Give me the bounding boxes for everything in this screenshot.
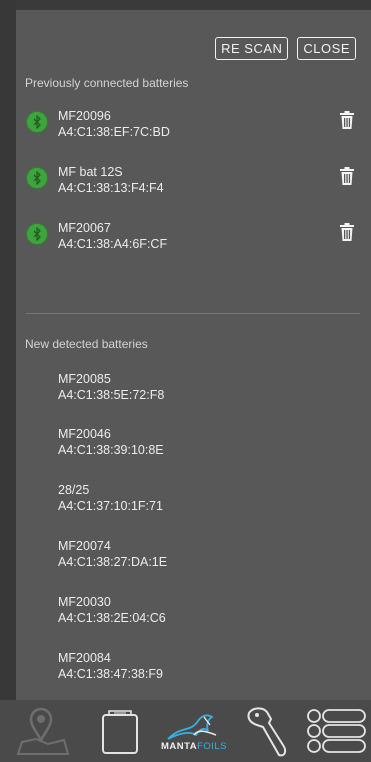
mantafoils-wordmark: MANTAFOILS bbox=[161, 741, 227, 752]
battery-mac: A4:C1:38:13:F4:F4 bbox=[58, 181, 164, 195]
wordmark-part2: FOILS bbox=[197, 740, 228, 752]
battery-name: 28/25 bbox=[58, 483, 90, 497]
battery-mac: A4:C1:37:10:1F:71 bbox=[58, 499, 163, 513]
map-pin-icon bbox=[16, 707, 70, 755]
menu-list-icon bbox=[307, 709, 366, 753]
battery-mac: A4:C1:38:2E:04:C6 bbox=[58, 611, 166, 625]
battery-icon bbox=[102, 710, 138, 754]
delete-icon[interactable] bbox=[339, 166, 355, 186]
map-nav-button[interactable] bbox=[12, 700, 72, 762]
rescan-button[interactable]: RE SCAN bbox=[215, 37, 289, 60]
bluetooth-icon bbox=[26, 111, 48, 133]
battery-name: MF20084 bbox=[58, 651, 111, 665]
connected-battery-item[interactable]: MF bat 12S A4:C1:38:13:F4:F4 bbox=[16, 164, 371, 204]
hydrofoil-icon bbox=[247, 707, 287, 757]
detected-battery-item[interactable]: 28/25 A4:C1:37:10:1F:71 bbox=[58, 482, 163, 514]
section-divider bbox=[26, 313, 360, 314]
previous-batteries-heading: Previously connected batteries bbox=[25, 76, 189, 90]
battery-name: MF20067 bbox=[58, 221, 111, 235]
bluetooth-icon bbox=[26, 223, 48, 245]
battery-name: MF20046 bbox=[58, 427, 111, 441]
close-button[interactable]: CLOSE bbox=[297, 37, 356, 60]
new-batteries-heading: New detected batteries bbox=[25, 337, 148, 351]
battery-mac: A4:C1:38:A4:6F:CF bbox=[58, 237, 168, 251]
battery-name: MF20074 bbox=[58, 539, 111, 553]
battery-name: MF20096 bbox=[58, 109, 111, 123]
battery-mac: A4:C1:38:39:10:8E bbox=[58, 443, 164, 457]
battery-mac: A4:C1:38:EF:7C:BD bbox=[58, 125, 170, 139]
wordmark-part1: MANTA bbox=[160, 740, 198, 752]
detected-battery-item[interactable]: MF20074 A4:C1:38:27:DA:1E bbox=[58, 538, 167, 570]
connected-battery-item[interactable]: MF20096 A4:C1:38:EF:7C:BD bbox=[16, 108, 371, 148]
battery-mac: A4:C1:38:27:DA:1E bbox=[58, 555, 168, 569]
detected-battery-item[interactable]: MF20084 A4:C1:38:47:38:F9 bbox=[58, 650, 163, 682]
status-bar-area bbox=[0, 0, 371, 10]
battery-name: MF bat 12S bbox=[58, 165, 123, 179]
battery-name: MF20085 bbox=[58, 372, 111, 386]
battery-mac: A4:C1:38:47:38:F9 bbox=[58, 667, 163, 681]
battery-nav-button[interactable] bbox=[92, 700, 148, 762]
mantafoils-home-button[interactable]: MANTAFOILS bbox=[150, 700, 238, 762]
bottom-navigation: MANTAFOILS bbox=[0, 700, 371, 762]
detected-battery-item[interactable]: MF20030 A4:C1:38:2E:04:C6 bbox=[58, 594, 166, 626]
detected-battery-item[interactable]: MF20085 A4:C1:38:5E:72:F8 bbox=[58, 371, 164, 403]
battery-mac: A4:C1:38:5E:72:F8 bbox=[58, 388, 165, 402]
battery-name: MF20030 bbox=[58, 595, 111, 609]
manta-logo-icon bbox=[167, 713, 217, 740]
foil-nav-button[interactable] bbox=[240, 700, 296, 762]
background-strip bbox=[0, 0, 16, 700]
connected-battery-item[interactable]: MF20067 A4:C1:38:A4:6F:CF bbox=[16, 220, 371, 260]
battery-scan-panel: RE SCAN CLOSE Previously connected batte… bbox=[16, 10, 371, 700]
delete-icon[interactable] bbox=[339, 110, 355, 130]
detected-battery-item[interactable]: MF20046 A4:C1:38:39:10:8E bbox=[58, 426, 164, 458]
menu-nav-button[interactable] bbox=[304, 700, 368, 762]
bluetooth-icon bbox=[26, 167, 48, 189]
delete-icon[interactable] bbox=[339, 222, 355, 242]
action-buttons: RE SCAN CLOSE bbox=[215, 37, 356, 60]
